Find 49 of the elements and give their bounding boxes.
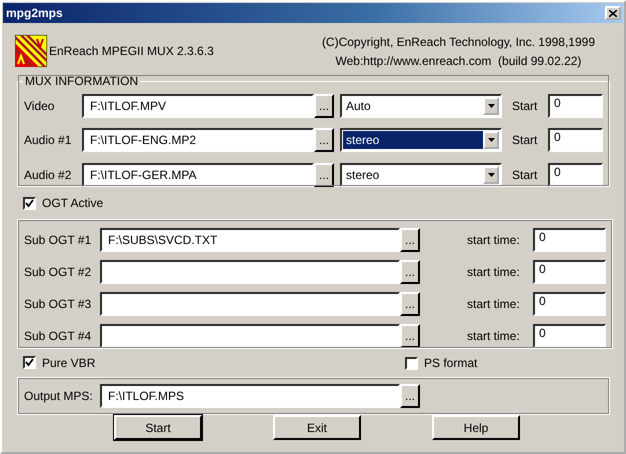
checkbox[interactable]: PS format: [405, 356, 478, 370]
browse-button[interactable]: ...: [314, 163, 334, 187]
mode-dropdown[interactable]: stereo: [340, 128, 502, 152]
copyright-text: (C)Copyright, EnReach Technology, Inc. 1998,1999: [322, 34, 595, 48]
start-field[interactable]: 0: [548, 128, 603, 152]
browse-button[interactable]: ...: [400, 324, 420, 348]
mode-dropdown[interactable]: Auto: [340, 94, 502, 118]
product-name: EnReach MPEGII MUX 2.3.6.3: [49, 44, 214, 58]
field-label: Audio #1: [24, 132, 72, 149]
start-field[interactable]: 0: [533, 260, 606, 284]
browse-button[interactable]: ...: [400, 292, 420, 316]
file-field[interactable]: F:\ITLOF-ENG.MP2: [82, 128, 314, 152]
start-label: Start: [512, 167, 538, 184]
file-field[interactable]: F:\SUBS\SVCD.TXT: [100, 228, 400, 252]
browse-button[interactable]: ...: [400, 260, 420, 284]
browse-button[interactable]: ...: [400, 228, 420, 252]
file-field[interactable]: F:\ITLOF.MPS: [100, 384, 400, 408]
start-field[interactable]: 0: [548, 94, 603, 118]
start-label: start time:: [467, 232, 521, 249]
checkbox[interactable]: OGT Active: [23, 196, 104, 210]
checkbox[interactable]: Pure VBR: [23, 356, 96, 370]
web-text: Web:http://www.enreach.com (build 99.02.22): [336, 54, 582, 68]
browse-button[interactable]: ...: [314, 128, 334, 152]
file-field[interactable]: F:\ITLOF.MPV: [82, 94, 314, 118]
start-label: start time:: [467, 296, 521, 313]
field-label: Sub OGT #1: [24, 232, 92, 249]
start-field[interactable]: 0: [533, 292, 606, 316]
field-label: Output MPS:: [24, 388, 94, 405]
start-label: start time:: [467, 264, 521, 281]
start-label: start time:: [467, 328, 521, 345]
start-field[interactable]: 0: [548, 163, 603, 187]
file-field[interactable]: F:\ITLOF-GER.MPA: [82, 163, 314, 187]
field-label: Sub OGT #3: [24, 296, 92, 313]
mode-dropdown[interactable]: stereo: [340, 163, 502, 187]
dialog-button[interactable]: Start: [114, 415, 202, 440]
start-field[interactable]: 0: [533, 324, 606, 348]
field-label: Audio #2: [24, 167, 72, 184]
field-label: Video: [24, 98, 56, 115]
browse-button[interactable]: ...: [314, 94, 334, 118]
start-field[interactable]: 0: [533, 228, 606, 252]
dialog-button[interactable]: Help: [432, 415, 520, 440]
field-label: Sub OGT #2: [24, 264, 92, 281]
browse-button[interactable]: ...: [400, 384, 420, 408]
window-title: mpg2mps: [6, 6, 63, 20]
dialog-button[interactable]: Exit: [273, 415, 361, 440]
start-label: Start: [512, 98, 538, 115]
group-title: MUX INFORMATION: [24, 74, 140, 88]
field-label: Sub OGT #4: [24, 328, 92, 345]
start-label: Start: [512, 132, 538, 149]
